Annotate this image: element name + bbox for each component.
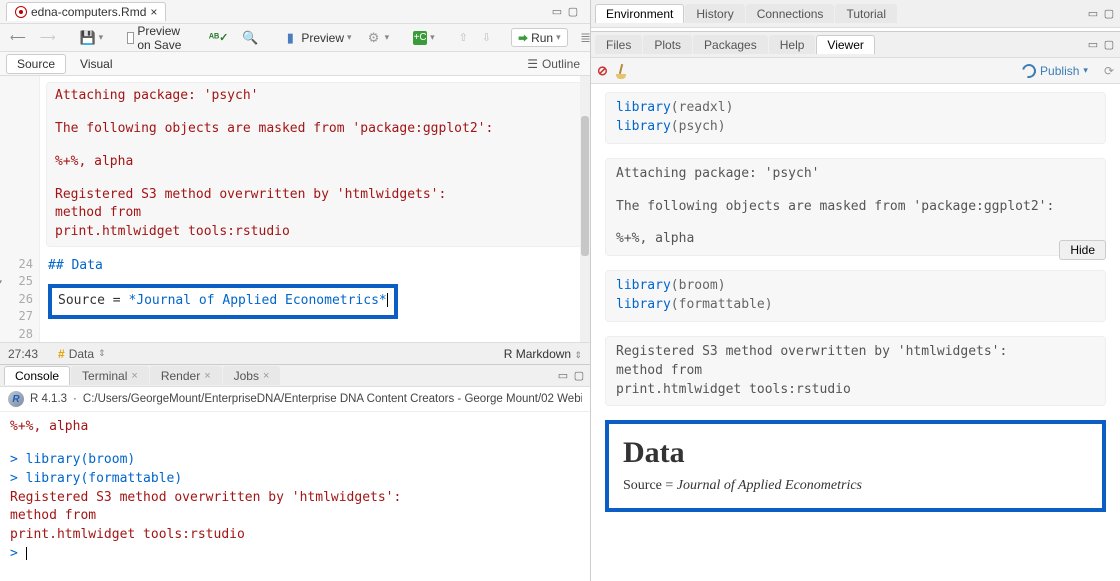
- file-tab-label: edna-computers.Rmd: [31, 5, 146, 19]
- editor-toolbar: ⟵ ⟶ 💾▾ Preview on Save ᴬᴮ✓ 🔍 ▮ Preview ▾…: [0, 24, 590, 52]
- publish-button[interactable]: Publish ▾: [1022, 64, 1088, 78]
- refresh-button[interactable]: ⟳: [1104, 64, 1114, 78]
- tab-history[interactable]: History: [685, 4, 744, 23]
- remove-viewer-button[interactable]: ⊘: [597, 63, 608, 79]
- back-button[interactable]: ⟵: [6, 29, 30, 46]
- tab-packages[interactable]: Packages: [693, 35, 768, 54]
- go-next-chunk-button[interactable]: ⇩: [478, 29, 495, 46]
- editor-scrollbar[interactable]: [580, 76, 590, 342]
- console-output[interactable]: %+%, alpha > library(broom) > library(fo…: [0, 412, 590, 581]
- section-indicator[interactable]: # Data ⇕: [58, 347, 106, 361]
- rendered-heading: Data: [623, 436, 1088, 470]
- spellcheck-button[interactable]: ᴬᴮ✓: [205, 29, 233, 46]
- run-button[interactable]: ⮕ Run ▾: [511, 28, 568, 47]
- close-icon[interactable]: ×: [131, 370, 137, 382]
- tab-render[interactable]: Render×: [150, 366, 222, 385]
- minimize-icon[interactable]: ▭: [1086, 38, 1100, 52]
- source-tab[interactable]: Source: [6, 54, 66, 74]
- tab-connections[interactable]: Connections: [746, 4, 835, 23]
- rendered-output-highlight: Data Source = Journal of Applied Econome…: [605, 420, 1106, 512]
- close-icon[interactable]: ×: [263, 370, 269, 382]
- checkbox-icon: [127, 32, 134, 44]
- message-output-block: Registered S3 method overwritten by 'htm…: [605, 336, 1106, 407]
- hide-output-button[interactable]: Hide: [1059, 240, 1106, 260]
- message-output-block: Attaching package: 'psych' The following…: [605, 158, 1106, 257]
- line-gutter: 24 ▾25 26 27 28: [0, 76, 40, 342]
- settings-button[interactable]: ⚙▾: [362, 28, 394, 48]
- tab-environment[interactable]: Environment: [595, 4, 684, 23]
- r-logo-icon: R: [8, 391, 24, 407]
- working-dir: C:/Users/GeorgeMount/EnterpriseDNA/Enter…: [83, 393, 582, 405]
- run-arrow-icon: ⮕: [518, 30, 528, 45]
- language-mode[interactable]: R Markdown ⇕: [504, 347, 582, 361]
- editor-status-bar: 27:43 # Data ⇕ R Markdown ⇕: [0, 342, 590, 364]
- find-button[interactable]: 🔍: [238, 28, 262, 48]
- maximize-icon[interactable]: ▢: [1102, 7, 1116, 21]
- code-editor[interactable]: Attaching package: 'psych' The following…: [40, 76, 590, 342]
- preview-on-save-checkbox[interactable]: Preview on Save: [123, 22, 189, 54]
- forward-button[interactable]: ⟶: [36, 29, 60, 46]
- markdown-heading: ## Data: [48, 257, 582, 276]
- maximize-icon[interactable]: ▢: [572, 369, 586, 383]
- highlighted-line: Source = *Journal of Applied Econometric…: [48, 284, 398, 319]
- viewer-content[interactable]: library(readxl) library(psych) Attaching…: [591, 84, 1120, 581]
- minimize-icon[interactable]: ▭: [1086, 7, 1100, 21]
- code-output-block: library(readxl) library(psych): [605, 92, 1106, 144]
- rendered-paragraph: Source = Journal of Applied Econometrics: [623, 478, 1088, 494]
- maximize-icon[interactable]: ▢: [1102, 38, 1116, 52]
- close-icon[interactable]: ×: [150, 5, 157, 19]
- minimize-icon[interactable]: ▭: [556, 369, 570, 383]
- tab-viewer[interactable]: Viewer: [816, 35, 874, 54]
- tab-terminal[interactable]: Terminal×: [71, 366, 149, 385]
- tab-jobs[interactable]: Jobs×: [223, 366, 281, 385]
- insert-chunk-button[interactable]: +C▾: [409, 29, 439, 47]
- go-prev-chunk-button[interactable]: ⇧: [455, 29, 472, 46]
- hash-icon: #: [58, 347, 65, 361]
- tab-plots[interactable]: Plots: [643, 35, 692, 54]
- rmd-file-icon: [15, 6, 27, 18]
- cursor-position: 27:43: [8, 347, 38, 361]
- r-version: R 4.1.3: [30, 393, 67, 405]
- chevron-updown-icon: ⇕: [98, 348, 106, 359]
- maximize-icon[interactable]: ▢: [566, 5, 580, 19]
- tab-files[interactable]: Files: [595, 35, 642, 54]
- visual-tab[interactable]: Visual: [70, 55, 122, 73]
- tab-help[interactable]: Help: [769, 35, 816, 54]
- publish-icon: [1019, 61, 1038, 80]
- close-icon[interactable]: ×: [204, 370, 210, 382]
- code-output-block: library(broom) library(formattable): [605, 270, 1106, 322]
- save-button[interactable]: 💾▾: [76, 28, 108, 48]
- broom-icon[interactable]: [614, 64, 628, 78]
- outline-icon: ☰: [527, 57, 538, 71]
- minimize-icon[interactable]: ▭: [550, 5, 564, 19]
- tab-console[interactable]: Console: [4, 366, 70, 385]
- outline-button[interactable]: ☰ Outline: [527, 57, 584, 71]
- file-tab[interactable]: edna-computers.Rmd ×: [6, 2, 166, 21]
- tab-tutorial[interactable]: Tutorial: [835, 4, 897, 23]
- preview-button[interactable]: ▮ Preview ▾: [278, 28, 355, 48]
